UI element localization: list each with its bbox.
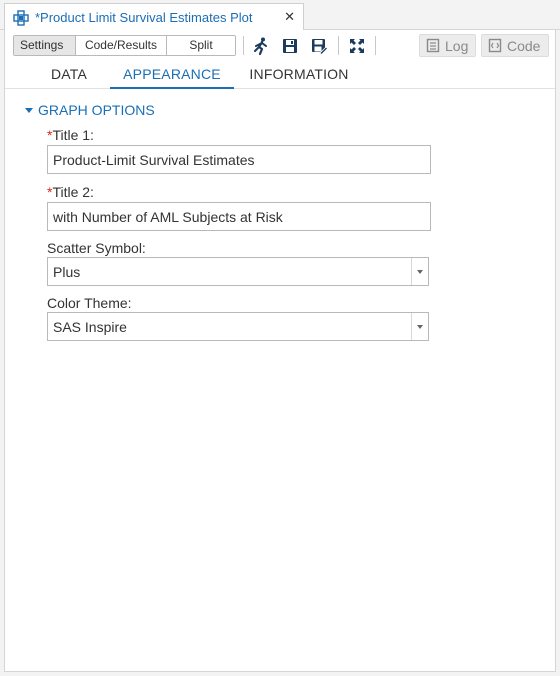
log-label: Log xyxy=(445,37,469,54)
graph-options-section-header[interactable]: GRAPH OPTIONS xyxy=(25,102,155,118)
settings-view-button[interactable]: Settings xyxy=(14,36,76,55)
run-icon[interactable] xyxy=(251,36,271,56)
color-theme-label: Color Theme: xyxy=(47,295,132,311)
task-icon xyxy=(13,9,29,26)
title2-input[interactable] xyxy=(47,202,431,231)
color-theme-value: SAS Inspire xyxy=(53,319,127,335)
code-button[interactable]: Code xyxy=(481,34,549,57)
toolbar-separator xyxy=(375,36,376,55)
document-tab[interactable]: *Product Limit Survival Estimates Plot ✕ xyxy=(4,3,304,31)
toolbar-separator xyxy=(243,36,244,55)
color-theme-select[interactable]: SAS Inspire xyxy=(47,312,429,341)
save-as-icon[interactable] xyxy=(309,36,329,56)
log-button[interactable]: Log xyxy=(419,34,476,57)
code-label: Code xyxy=(507,37,541,54)
dropdown-button[interactable] xyxy=(411,313,428,340)
view-mode-switch: Settings Code/Results Split xyxy=(13,35,236,56)
document-tabstrip: *Product Limit Survival Estimates Plot ✕ xyxy=(0,0,560,31)
title1-label: *Title 1: xyxy=(47,127,94,143)
toolbar: Settings Code/Results Split Log Code xyxy=(5,30,555,60)
toolbar-separator xyxy=(338,36,339,55)
log-icon xyxy=(426,38,440,53)
split-view-button[interactable]: Split xyxy=(167,36,235,55)
document-tab-title: *Product Limit Survival Estimates Plot xyxy=(35,10,253,25)
title2-label: *Title 2: xyxy=(47,184,94,200)
tab-appearance[interactable]: APPEARANCE xyxy=(110,60,234,89)
title1-input[interactable] xyxy=(47,145,431,174)
code-icon xyxy=(488,38,502,53)
settings-tabs: DATA APPEARANCE INFORMATION xyxy=(5,60,555,89)
collapse-triangle-icon xyxy=(25,108,33,113)
code-results-view-button[interactable]: Code/Results xyxy=(76,36,167,55)
scatter-symbol-label: Scatter Symbol: xyxy=(47,240,146,256)
dropdown-button[interactable] xyxy=(411,258,428,285)
chevron-down-icon xyxy=(417,325,423,329)
maximize-icon[interactable] xyxy=(347,36,367,56)
task-panel: Settings Code/Results Split Log Code DAT… xyxy=(4,30,556,672)
save-icon[interactable] xyxy=(280,36,300,56)
close-icon[interactable]: ✕ xyxy=(284,9,295,25)
scatter-symbol-value: Plus xyxy=(53,264,81,280)
tab-information[interactable]: INFORMATION xyxy=(240,60,358,89)
scatter-symbol-select[interactable]: Plus xyxy=(47,257,429,286)
chevron-down-icon xyxy=(417,270,423,274)
section-title: GRAPH OPTIONS xyxy=(38,102,155,118)
tab-data[interactable]: DATA xyxy=(25,60,113,89)
